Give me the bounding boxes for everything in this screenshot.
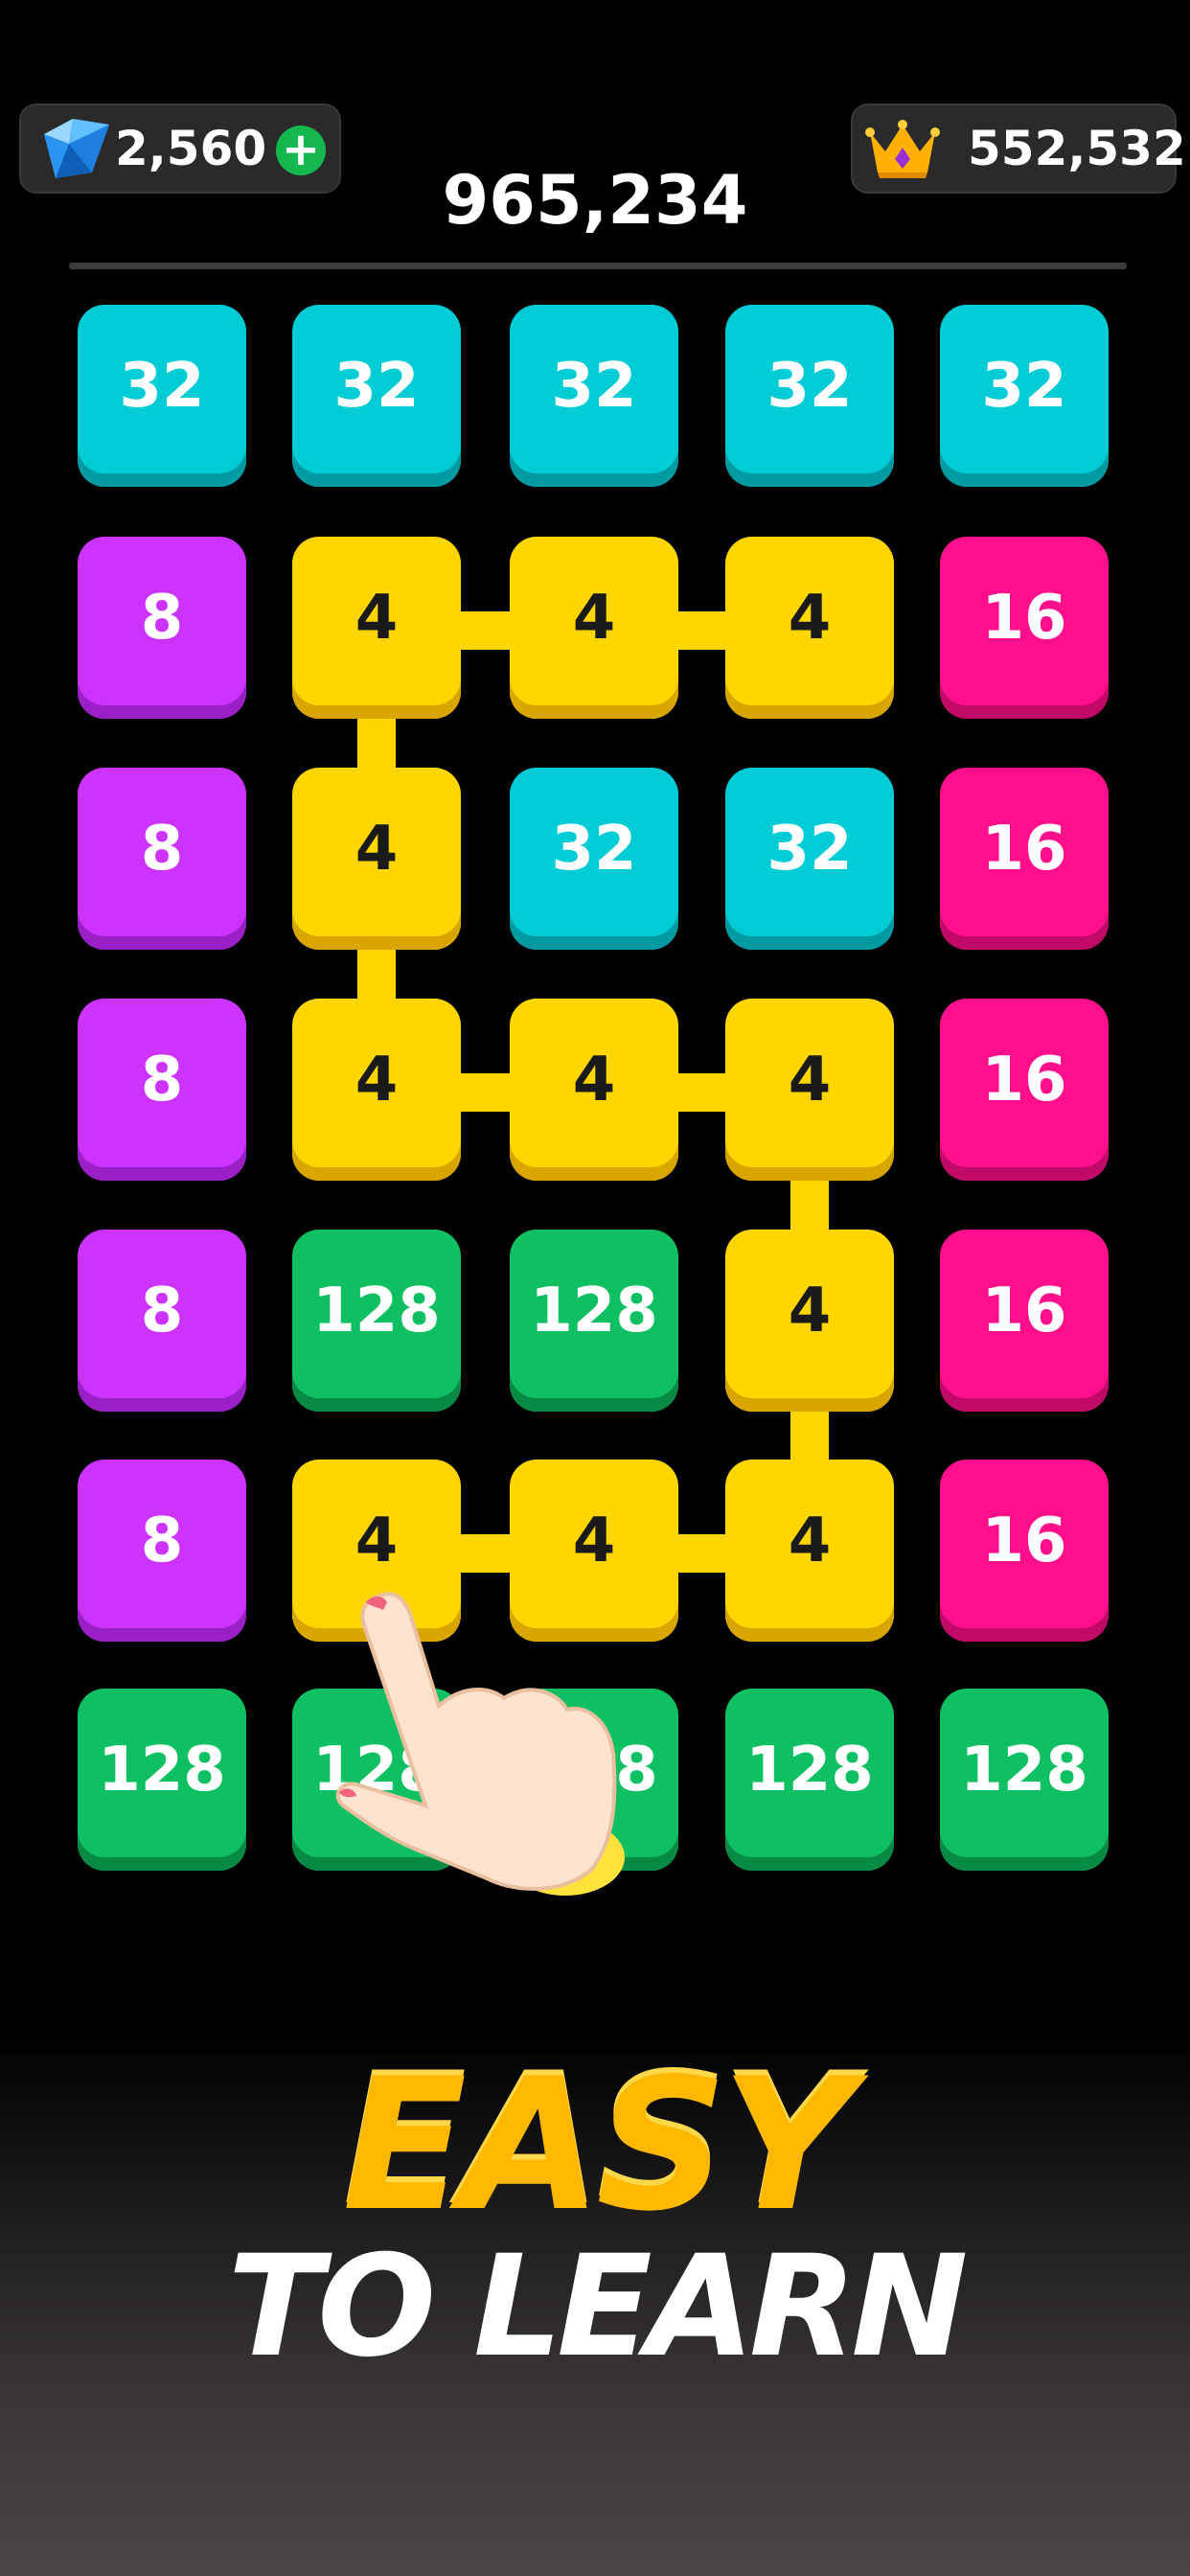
- tile-r2-c4[interactable]: 16: [940, 768, 1109, 950]
- tile-value: 128: [745, 1735, 874, 1806]
- tile-value: 8: [140, 1045, 184, 1116]
- tile-value: 4: [788, 1276, 832, 1346]
- tile-value: 4: [355, 814, 399, 885]
- tile-value: 16: [981, 1506, 1067, 1576]
- tile-r4-c1[interactable]: 128: [292, 1230, 461, 1412]
- tile-value: 32: [551, 814, 637, 885]
- tile-r3-c2[interactable]: 4: [510, 999, 678, 1181]
- tile-value: 16: [981, 1276, 1067, 1346]
- tile-value: 32: [767, 814, 853, 885]
- tile-r6-c3[interactable]: 128: [725, 1689, 894, 1871]
- caption-easy: EASY: [342, 2039, 853, 2251]
- tile-r5-c0[interactable]: 8: [78, 1460, 246, 1642]
- tile-value: 16: [981, 583, 1067, 654]
- tile-r2-c3[interactable]: 32: [725, 768, 894, 950]
- tile-value: 4: [355, 583, 399, 654]
- tile-r1-c1[interactable]: 4: [292, 537, 461, 719]
- tile-r4-c0[interactable]: 8: [78, 1230, 246, 1412]
- tile-value: 8: [140, 583, 184, 654]
- tile-r0-c1[interactable]: 32: [292, 305, 461, 487]
- tile-value: 16: [981, 814, 1067, 885]
- tile-r2-c2[interactable]: 32: [510, 768, 678, 950]
- tile-r1-c4[interactable]: 16: [940, 537, 1109, 719]
- tile-r4-c2[interactable]: 128: [510, 1230, 678, 1412]
- tile-value: 4: [355, 1045, 399, 1116]
- tile-r6-c0[interactable]: 128: [78, 1689, 246, 1871]
- tile-value: 4: [572, 1506, 616, 1576]
- tile-value: 4: [572, 1045, 616, 1116]
- pointing-hand-icon: [335, 1592, 625, 1896]
- tile-value: 4: [572, 583, 616, 654]
- tile-value: 128: [530, 1276, 658, 1346]
- tile-value: 32: [767, 351, 853, 422]
- tile-r3-c3[interactable]: 4: [725, 999, 894, 1181]
- tile-value: 128: [960, 1735, 1088, 1806]
- tile-value: 32: [119, 351, 205, 422]
- tile-r2-c0[interactable]: 8: [78, 768, 246, 950]
- tile-r5-c4[interactable]: 16: [940, 1460, 1109, 1642]
- tile-value: 4: [788, 1045, 832, 1116]
- tile-r3-c0[interactable]: 8: [78, 999, 246, 1181]
- tile-r4-c4[interactable]: 16: [940, 1230, 1109, 1412]
- tile-r5-c3[interactable]: 4: [725, 1460, 894, 1642]
- tile-value: 128: [98, 1735, 226, 1806]
- tile-r0-c3[interactable]: 32: [725, 305, 894, 487]
- tile-r6-c4[interactable]: 128: [940, 1689, 1109, 1871]
- tile-r2-c1[interactable]: 4: [292, 768, 461, 950]
- tile-value: 8: [140, 1506, 184, 1576]
- tile-r0-c2[interactable]: 32: [510, 305, 678, 487]
- tile-value: 8: [140, 814, 184, 885]
- tile-r1-c0[interactable]: 8: [78, 537, 246, 719]
- tile-value: 32: [981, 351, 1067, 422]
- tile-value: 32: [333, 351, 420, 422]
- caption-to-learn: TO LEARN: [227, 2225, 969, 2388]
- tile-value: 4: [788, 583, 832, 654]
- tile-value: 32: [551, 351, 637, 422]
- tile-r3-c4[interactable]: 16: [940, 999, 1109, 1181]
- tile-value: 16: [981, 1045, 1067, 1116]
- tile-value: 4: [788, 1506, 832, 1576]
- tile-value: 8: [140, 1276, 184, 1346]
- tile-r3-c1[interactable]: 4: [292, 999, 461, 1181]
- tile-value: 4: [355, 1506, 399, 1576]
- tile-r4-c3[interactable]: 4: [725, 1230, 894, 1412]
- tile-r0-c4[interactable]: 32: [940, 305, 1109, 487]
- tile-r0-c0[interactable]: 32: [78, 305, 246, 487]
- tile-r1-c2[interactable]: 4: [510, 537, 678, 719]
- tile-r1-c3[interactable]: 4: [725, 537, 894, 719]
- tile-value: 128: [312, 1276, 441, 1346]
